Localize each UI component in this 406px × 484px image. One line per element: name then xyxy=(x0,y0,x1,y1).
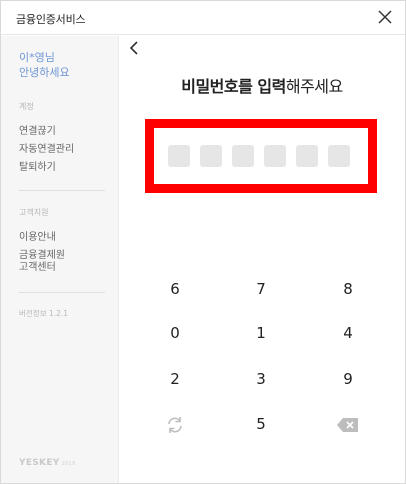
pin-dot xyxy=(200,145,222,167)
pin-dot xyxy=(328,145,350,167)
pin-dot xyxy=(264,145,286,167)
shuffle-button[interactable] xyxy=(145,409,205,439)
version-info: 버전정보 1.2.1 xyxy=(19,309,69,318)
backspace-icon xyxy=(336,415,360,433)
keypad-key-6[interactable]: 6 xyxy=(145,274,205,304)
keypad-key-2[interactable]: 2 xyxy=(145,364,205,394)
title-bar: 금융인증서비스 xyxy=(1,1,405,35)
keypad-key-7[interactable]: 7 xyxy=(231,274,291,304)
brand-sub: 2019 xyxy=(61,461,76,467)
sidebar: 이*영님 안녕하세요 계정 연결끊기 자동연결관리 탈퇴하기 고객지원 이용안내… xyxy=(1,36,119,483)
keypad-key-8[interactable]: 8 xyxy=(318,274,378,304)
sidebar-divider xyxy=(19,292,105,293)
keypad-key-5[interactable]: 5 xyxy=(231,409,291,439)
sidebar-item-customer-center[interactable]: 금융결제원 고객센터 xyxy=(19,250,65,274)
sidebar-item-disconnect[interactable]: 연결끊기 xyxy=(19,126,56,138)
window-title: 금융인증서비스 xyxy=(16,13,86,26)
keypad-key-3[interactable]: 3 xyxy=(231,364,291,394)
greeting-text: 안녕하세요 xyxy=(19,66,70,79)
brand-name: YESKEY xyxy=(19,458,60,468)
sidebar-item-auto-connect[interactable]: 자동연결관리 xyxy=(19,144,74,156)
backspace-button[interactable] xyxy=(318,409,378,439)
user-greeting: 이*영님 안녕하세요 xyxy=(19,50,70,80)
close-icon[interactable] xyxy=(377,9,393,25)
app-window: 금융인증서비스 이*영님 안녕하세요 계정 연결끊기 자동연결관리 탈퇴하기 고… xyxy=(0,0,406,484)
back-arrow-icon[interactable] xyxy=(127,39,141,57)
sidebar-item-guide[interactable]: 이용안내 xyxy=(19,232,56,244)
refresh-icon xyxy=(165,415,185,433)
section-label-support: 고객지원 xyxy=(19,208,49,217)
prompt-bold: 비밀번호를 입력 xyxy=(181,77,286,96)
prompt-rest: 해주세요 xyxy=(285,77,343,96)
pin-dot xyxy=(168,145,190,167)
sidebar-divider xyxy=(19,190,105,191)
password-prompt: 비밀번호를 입력해주세요 xyxy=(119,73,405,97)
keypad-key-0[interactable]: 0 xyxy=(145,318,205,348)
keypad-key-4[interactable]: 4 xyxy=(318,318,378,348)
section-label-account: 계정 xyxy=(19,102,34,111)
user-name: 이*영님 xyxy=(19,51,55,64)
keypad-key-9[interactable]: 9 xyxy=(318,364,378,394)
brand-logo: YESKEY 2019 xyxy=(19,458,76,468)
pin-dot xyxy=(296,145,318,167)
pin-dot xyxy=(232,145,254,167)
sidebar-item-withdraw[interactable]: 탈퇴하기 xyxy=(19,162,56,174)
keypad-key-1[interactable]: 1 xyxy=(231,318,291,348)
